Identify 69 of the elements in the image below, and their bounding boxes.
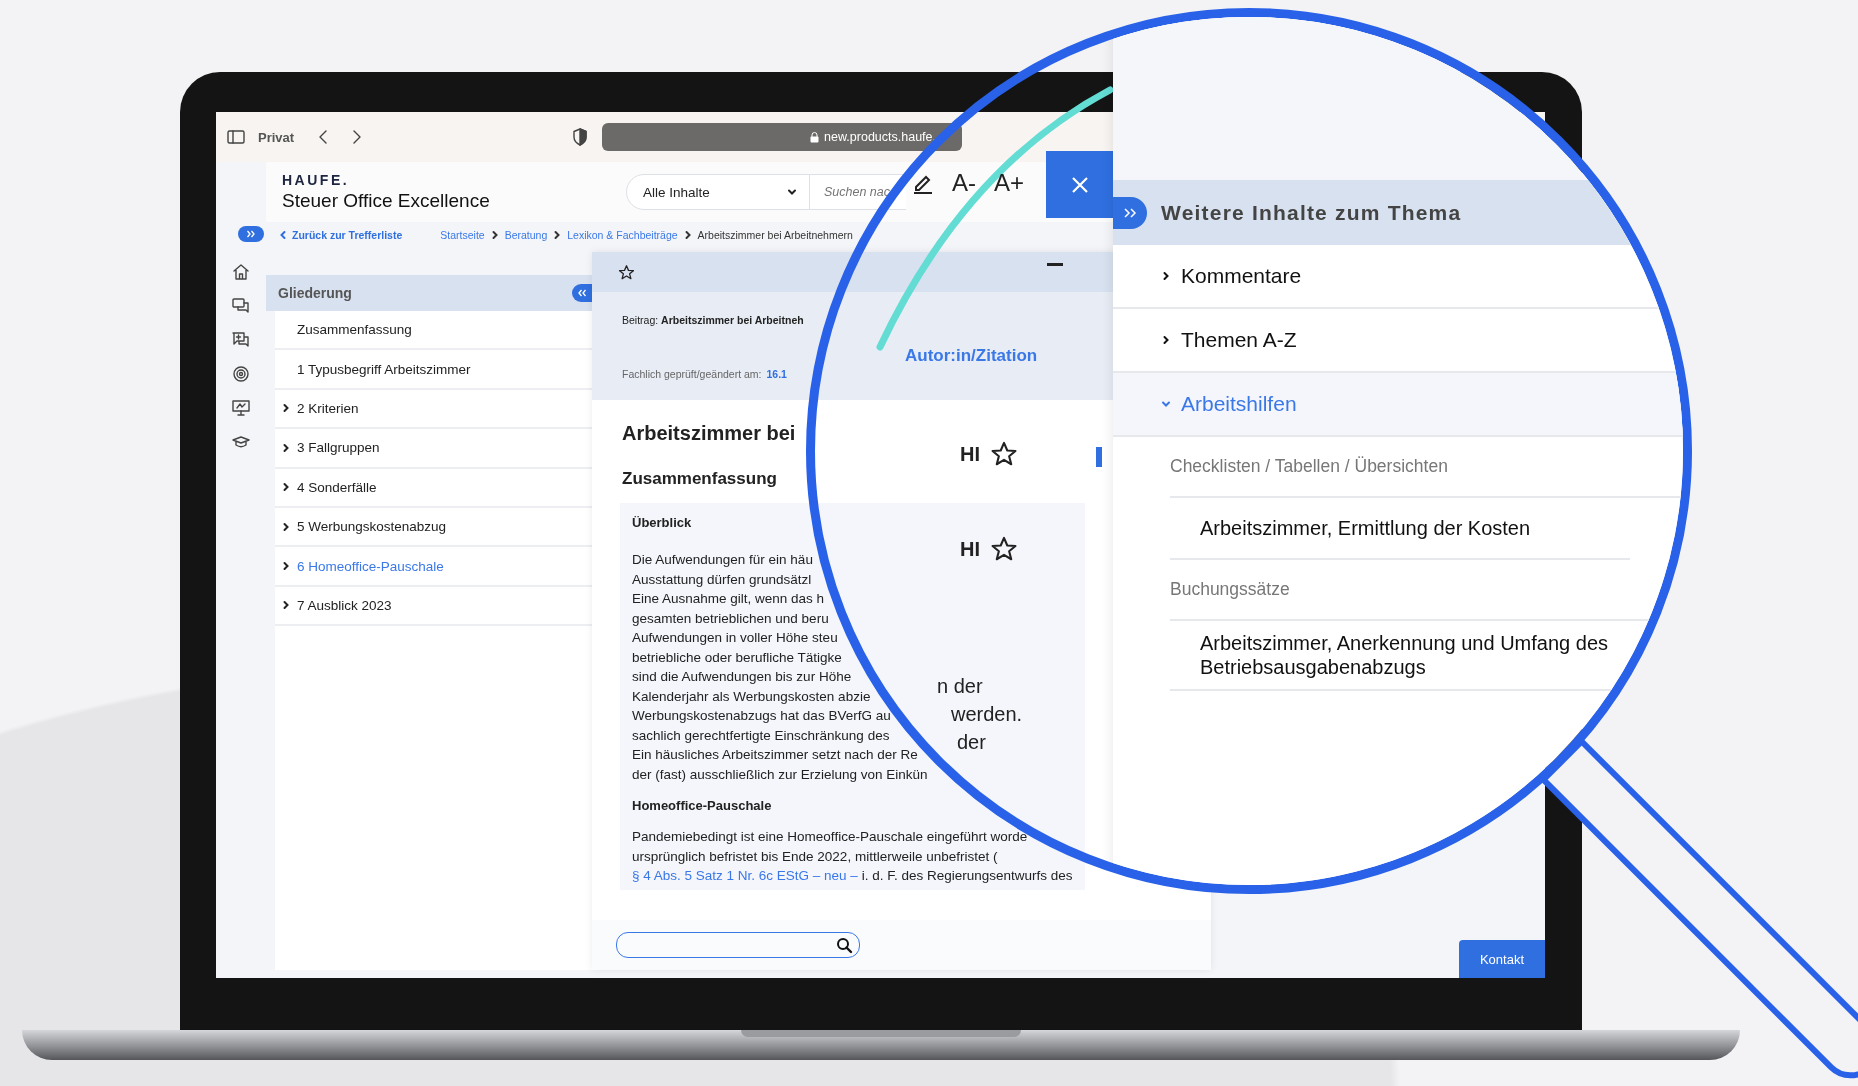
subheading: Homeoffice-Pauschale — [631, 797, 773, 813]
law-link[interactable]: § 4 Abs. 5 Satz 1 Nr. 6c EStG – neu – — [632, 868, 858, 883]
profile-label: Privat — [258, 129, 295, 145]
category-label: Checklisten / Tabellen / Übersichten — [1170, 437, 1683, 498]
lock-icon — [810, 131, 820, 143]
chevron-icon — [281, 482, 291, 493]
category-label: Buchungssätze — [1170, 560, 1683, 621]
author-link[interactable]: Autor:in/Zitation — [905, 346, 1038, 366]
outline-title: Gliederung — [278, 285, 352, 301]
overview-paragraph: Die Aufwendungen für ein häu Ausstattung dürfen grundsätzl Eine Ausnahme gilt, wenn das h gesamten betrieblichen und beru Aufwendungen in voller Höhe steu betriebliche oder berufliche Tätigke sind die Aufwendungen bis zur Höhe Kalenderjahr als Werbungskosten abzie Werbungskostenabzugs hat das BVerfG au sachlich gerechtfertigte Einschränkung des Ein häusliches Arbeitszimmer setzt nach der Re der (fast) ausschließlich zur Erzielung von Einkün — [631, 551, 928, 784]
panel-title: Weitere Inhalte zum Thema — [1161, 200, 1462, 225]
magnified-text: der — [957, 730, 986, 755]
related-link[interactable]: Arbeitszimmer, Ermittlung der Kosten — [1170, 498, 1630, 560]
chevron-icon — [281, 521, 291, 532]
breadcrumb-link[interactable]: Lexikon & Fachbeiträge — [567, 229, 678, 241]
star-icon[interactable] — [990, 440, 1018, 468]
pauschale-paragraph: Pandemiebedingt ist eine Homeoffice-Pauschale eingeführt worde ursprünglich befristet bis Ende 2022, mittlerweile unbefristet ( § 4 Abs. 5 Satz 1 Nr. 6c EStG – neu – i. d. F. des Regierungsentwurfs des — [631, 828, 1074, 885]
article-source: Beitrag: Arbeitszimmer bei Arbeitneh — [622, 314, 805, 326]
related-link[interactable]: Arbeitszimmer, Anerkennung und Umfang des Betriebsausgabenabzugs — [1170, 621, 1630, 691]
article-title: Arbeitszimmer bei — [622, 422, 797, 445]
double-chevron-icon — [1123, 207, 1137, 218]
shield-icon[interactable] — [570, 127, 590, 147]
magnified-text: werden. — [951, 702, 1023, 727]
caret-icon — [787, 187, 797, 197]
chevron-icon — [281, 600, 291, 611]
search-icon — [836, 936, 853, 954]
close-icon — [1070, 175, 1089, 194]
breadcrumb-link[interactable]: Beratung — [504, 229, 548, 241]
expand-rail-button[interactable] — [238, 226, 264, 242]
chevron-icon — [278, 230, 288, 240]
chevron-icon — [281, 561, 291, 572]
box-title: Überblick — [631, 515, 693, 530]
double-chevron-icon — [246, 230, 256, 238]
review-label: Fachlich geprüft/geändert am: — [622, 368, 762, 380]
chat-add-icon[interactable] — [231, 330, 251, 350]
address-bar[interactable]: new.products.haufe. — [602, 123, 962, 151]
related-section[interactable]: Arbeitshilfen — [1113, 373, 1683, 437]
scroll-thumb[interactable] — [1096, 447, 1102, 467]
font-smaller-button[interactable]: A- — [952, 169, 976, 197]
highlight-label[interactable]: HI — [960, 537, 980, 561]
related-section[interactable]: Kommentare — [1113, 245, 1683, 309]
section-heading: Zusammenfassung — [622, 469, 778, 489]
search-field[interactable] — [616, 932, 860, 958]
chevron-icon — [1161, 271, 1171, 281]
expand-panel-button[interactable] — [1113, 196, 1147, 229]
double-chevron-icon — [577, 289, 587, 297]
star-icon[interactable] — [990, 535, 1018, 563]
chevron-icon — [281, 403, 291, 414]
font-larger-button[interactable]: A+ — [994, 169, 1025, 197]
magnified-text: n der — [937, 674, 983, 699]
contact-button[interactable]: Kontakt — [1459, 940, 1545, 978]
logo[interactable]: HAUFE. — [282, 172, 626, 188]
chevron-icon — [281, 442, 291, 453]
collapse-button[interactable] — [572, 284, 592, 302]
chevron-icon — [1161, 399, 1171, 409]
presentation-icon[interactable] — [231, 398, 251, 418]
url-text: new.products.haufe. — [824, 130, 936, 144]
chevron-icon — [1161, 335, 1171, 345]
highlight-label[interactable]: HI — [960, 442, 980, 466]
star-icon[interactable] — [618, 263, 635, 281]
breadcrumb-link[interactable]: Arbeitszimmer bei Arbeitnehmern — [697, 229, 853, 241]
product-title: Steuer Office Excellence — [282, 190, 491, 212]
scope-dropdown[interactable]: Alle Inhalte — [626, 174, 810, 210]
sidebar-icon[interactable] — [226, 127, 246, 147]
minus-icon[interactable] — [1047, 263, 1063, 267]
breadcrumb-link[interactable]: Startseite — [440, 229, 485, 241]
back-link[interactable]: Zurück zur Trefferliste — [278, 229, 403, 241]
home-icon[interactable] — [231, 262, 251, 282]
review-date: 16.1 — [766, 368, 787, 380]
